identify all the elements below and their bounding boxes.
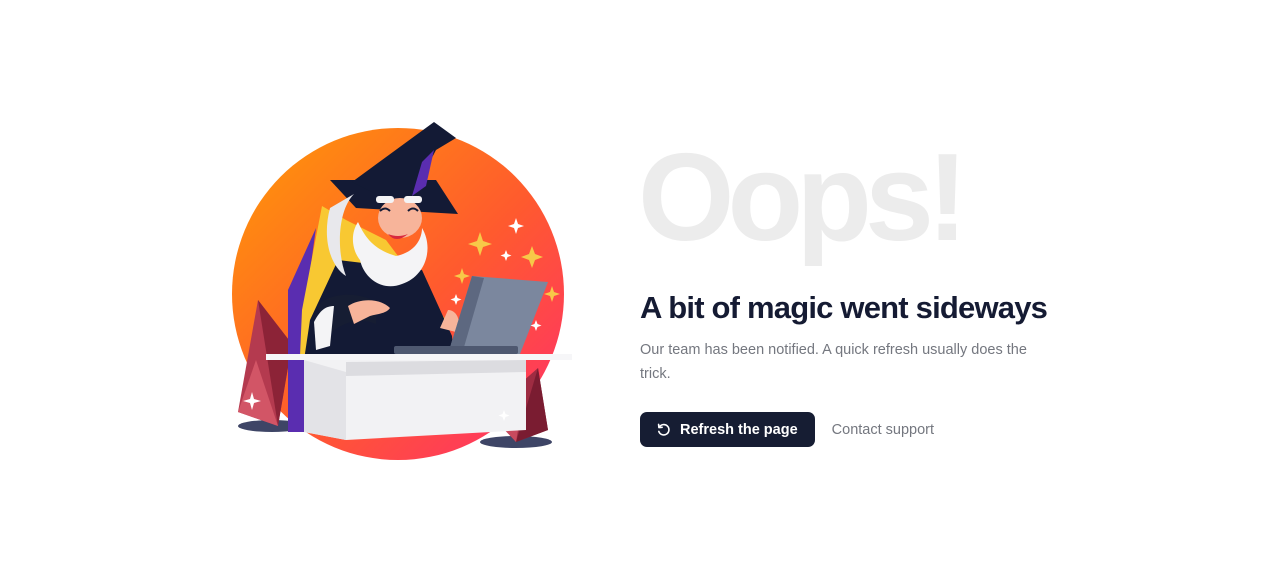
wizard-illustration xyxy=(226,110,576,470)
refresh-button-label: Refresh the page xyxy=(680,421,798,438)
contact-support-link[interactable]: Contact support xyxy=(832,422,934,438)
error-page: Oops! A bit of magic went sideways Our t… xyxy=(0,0,1280,577)
error-heading: A bit of magic went sideways xyxy=(640,290,1048,325)
refresh-button[interactable]: Refresh the page xyxy=(640,412,815,447)
error-message: Our team has been notified. A quick refr… xyxy=(640,342,1027,382)
oops-watermark: Oops! xyxy=(638,129,968,267)
error-actions: Refresh the page Contact support xyxy=(640,412,934,447)
refresh-icon xyxy=(656,422,672,438)
